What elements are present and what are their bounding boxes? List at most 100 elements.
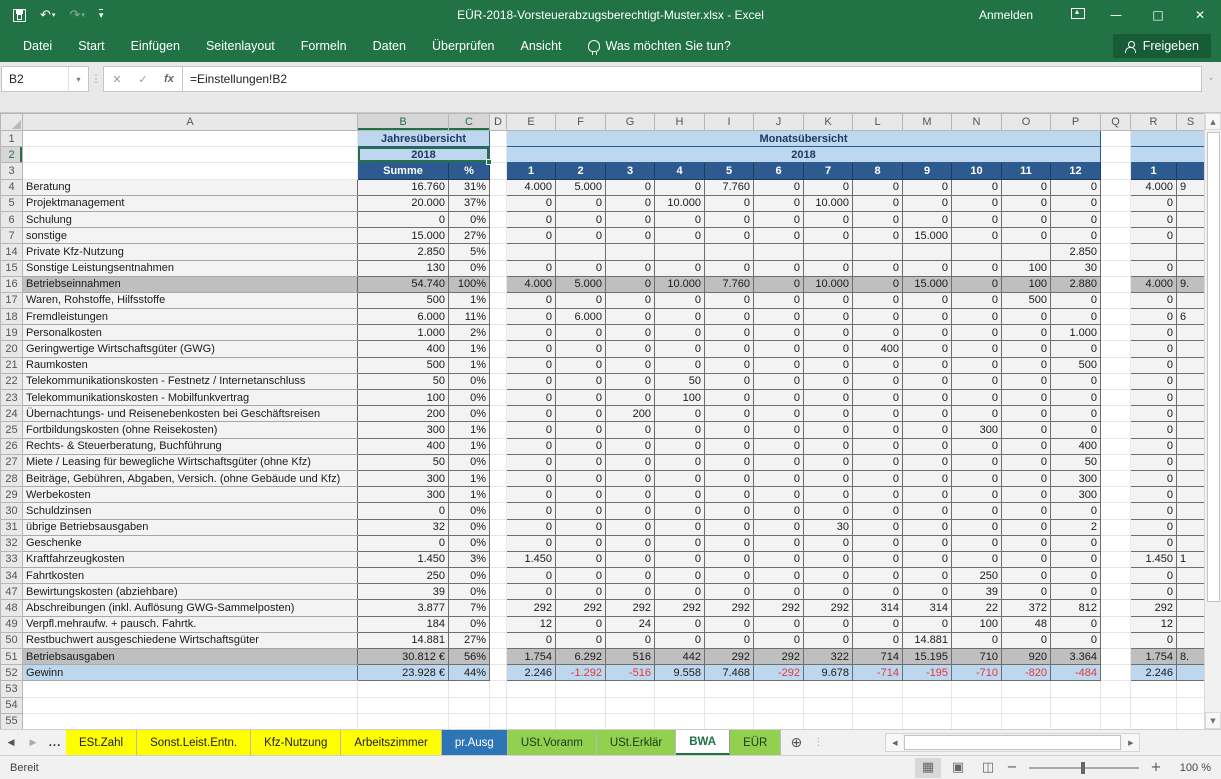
cell[interactable] — [804, 697, 853, 713]
cell[interactable] — [1101, 276, 1131, 292]
cell[interactable] — [490, 373, 507, 389]
row-label[interactable]: Raumkosten — [23, 357, 358, 373]
column-header-I[interactable]: I — [705, 114, 754, 131]
cell[interactable] — [1002, 697, 1051, 713]
sum-value[interactable]: 500 — [358, 357, 449, 373]
cell[interactable] — [556, 713, 606, 729]
month-value[interactable]: 0 — [903, 325, 952, 341]
percent-value[interactable]: 56% — [449, 649, 490, 665]
month-value[interactable]: 0 — [853, 228, 903, 244]
cumulative-value[interactable]: 0 — [1131, 519, 1177, 535]
month-value[interactable]: 0 — [903, 390, 952, 406]
month-value[interactable]: 0 — [606, 292, 655, 308]
row-header-33[interactable]: 33 — [1, 551, 23, 567]
minimize-button[interactable]: — — [1095, 0, 1137, 30]
month-value[interactable]: 0 — [1002, 632, 1051, 648]
cell[interactable] — [1177, 681, 1205, 697]
month-value[interactable]: 0 — [556, 325, 606, 341]
month-value[interactable]: 0 — [754, 341, 804, 357]
cell[interactable] — [490, 211, 507, 227]
month-header-5[interactable]: 5 — [705, 163, 754, 179]
month-value[interactable]: 0 — [507, 503, 556, 519]
ribbon-tab-daten[interactable]: Daten — [360, 30, 419, 62]
row-header-31[interactable]: 31 — [1, 519, 23, 535]
month-value[interactable]: 0 — [754, 632, 804, 648]
month-value[interactable]: 710 — [952, 649, 1002, 665]
cumulative-value[interactable]: 4.000 — [1131, 276, 1177, 292]
sum-column-header[interactable]: Summe — [358, 163, 449, 179]
row-header-25[interactable]: 25 — [1, 422, 23, 438]
cell[interactable] — [1101, 228, 1131, 244]
month-value[interactable]: 0 — [705, 260, 754, 276]
percent-value[interactable]: 0% — [449, 390, 490, 406]
scroll-left-icon[interactable]: ◀ — [886, 734, 903, 751]
column-header-F[interactable]: F — [556, 114, 606, 131]
cell[interactable] — [655, 681, 705, 697]
month-value[interactable]: 0 — [655, 503, 705, 519]
month-value[interactable]: 0 — [903, 373, 952, 389]
cell[interactable] — [358, 713, 449, 729]
cancel-icon[interactable]: ✕ — [104, 73, 130, 86]
cumulative-value-partial[interactable] — [1177, 470, 1205, 486]
cumulative-value[interactable]: 0 — [1131, 535, 1177, 551]
cumulative-value[interactable]: 0 — [1131, 292, 1177, 308]
month-value[interactable]: 0 — [903, 195, 952, 211]
month-value[interactable]: 0 — [1002, 325, 1051, 341]
month-value[interactable]: 0 — [853, 519, 903, 535]
month-value[interactable]: 5.000 — [556, 276, 606, 292]
month-value[interactable]: 0 — [804, 503, 853, 519]
percent-value[interactable]: 0% — [449, 373, 490, 389]
cell[interactable] — [490, 535, 507, 551]
sum-value[interactable]: 300 — [358, 422, 449, 438]
month-value[interactable]: 0 — [556, 373, 606, 389]
cumulative-value-partial[interactable] — [1177, 632, 1205, 648]
month-value[interactable]: 4.000 — [507, 179, 556, 195]
month-value[interactable]: 0 — [606, 260, 655, 276]
month-value[interactable]: 0 — [853, 551, 903, 567]
month-value[interactable]: 0 — [1002, 454, 1051, 470]
new-sheet-icon[interactable]: ⊕ — [781, 730, 811, 755]
cumulative-value-partial[interactable]: 9. — [1177, 276, 1205, 292]
month-value[interactable]: 292 — [606, 600, 655, 616]
month-value[interactable]: 0 — [556, 551, 606, 567]
cell[interactable] — [490, 551, 507, 567]
percent-value[interactable]: 3% — [449, 551, 490, 567]
month-value[interactable]: 0 — [606, 551, 655, 567]
cumulative-value-partial[interactable] — [1177, 211, 1205, 227]
cell[interactable] — [490, 276, 507, 292]
cell[interactable] — [1177, 713, 1205, 729]
column-header-H[interactable]: H — [655, 114, 705, 131]
cumulative-value[interactable]: 0 — [1131, 568, 1177, 584]
month-value[interactable]: 0 — [655, 519, 705, 535]
month-value[interactable]: 0 — [1051, 584, 1101, 600]
percent-value[interactable]: 0% — [449, 454, 490, 470]
month-value[interactable]: 0 — [853, 535, 903, 551]
percent-value[interactable]: 0% — [449, 616, 490, 632]
cell[interactable] — [1101, 195, 1131, 211]
formula-input[interactable]: =Einstellungen!B2 — [182, 66, 1202, 92]
cumulative-year[interactable] — [1131, 147, 1205, 163]
cell[interactable] — [606, 697, 655, 713]
month-value[interactable]: 442 — [655, 649, 705, 665]
month-value[interactable]: 0 — [705, 422, 754, 438]
cell[interactable] — [754, 681, 804, 697]
month-value[interactable]: -714 — [853, 665, 903, 681]
cell[interactable] — [1051, 681, 1101, 697]
month-header-12[interactable]: 12 — [1051, 163, 1101, 179]
row-header-32[interactable]: 32 — [1, 535, 23, 551]
cell[interactable] — [1101, 373, 1131, 389]
month-value[interactable]: 0 — [556, 195, 606, 211]
month-value[interactable]: 0 — [1051, 616, 1101, 632]
month-value[interactable]: 0 — [952, 519, 1002, 535]
ribbon-tab-datei[interactable]: Datei — [10, 30, 65, 62]
month-value[interactable]: 0 — [754, 535, 804, 551]
month-value[interactable]: 10.000 — [655, 276, 705, 292]
sum-value[interactable]: 400 — [358, 341, 449, 357]
cell[interactable] — [804, 713, 853, 729]
cell[interactable] — [490, 260, 507, 276]
month-value[interactable]: 0 — [556, 341, 606, 357]
month-value[interactable]: 0 — [606, 228, 655, 244]
cell[interactable] — [1051, 713, 1101, 729]
cell[interactable] — [490, 713, 507, 729]
month-value[interactable]: 0 — [705, 454, 754, 470]
